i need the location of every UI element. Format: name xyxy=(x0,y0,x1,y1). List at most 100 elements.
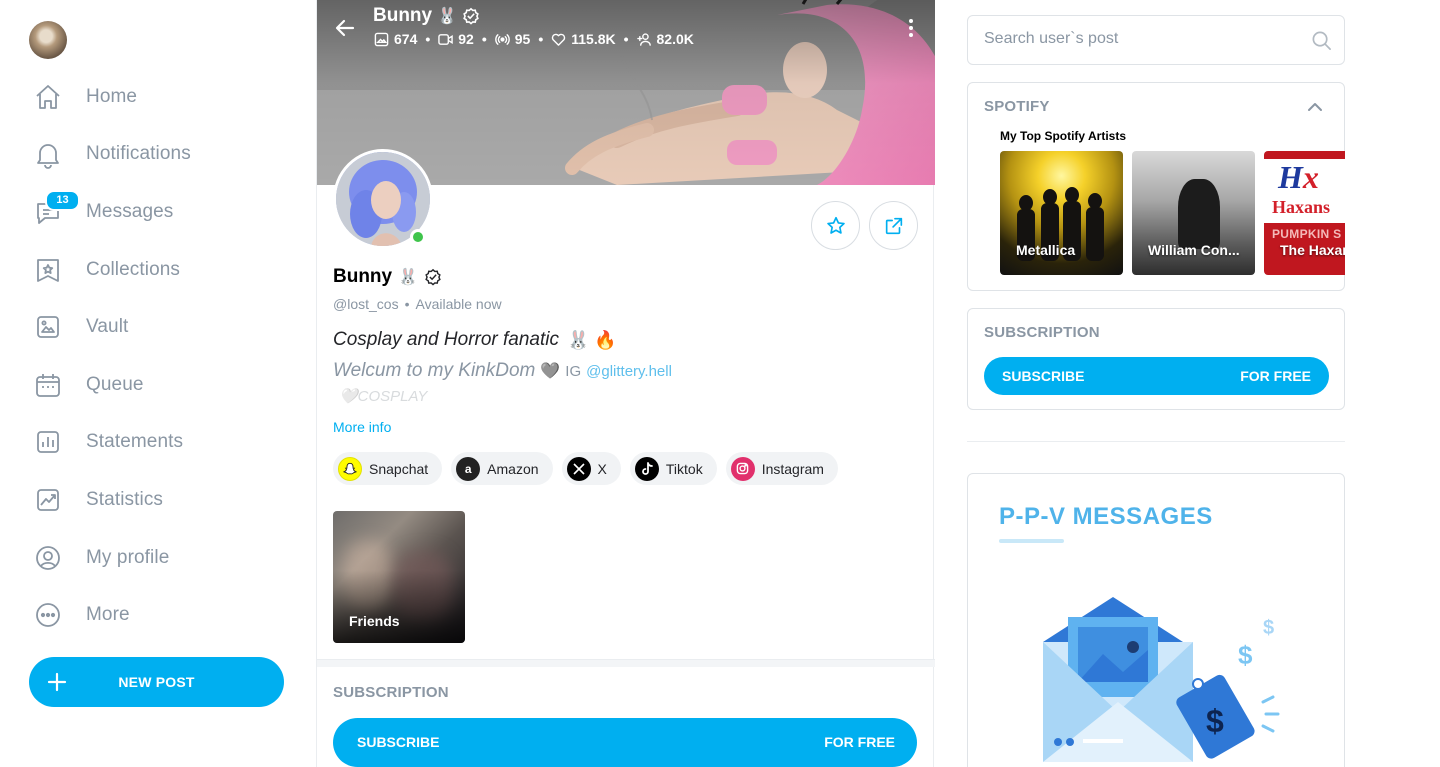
chevron-up-icon[interactable] xyxy=(1304,96,1326,118)
spotify-card: SPOTIFY My Top Spotify Artists Metallica… xyxy=(967,82,1345,291)
instagram-handle-link[interactable]: @glittery.hell xyxy=(586,363,672,380)
profile-column: Bunny 🐰 674 • 92 • 95 • 115.8K • 82.0K B… xyxy=(316,0,935,767)
ppv-envelope-illustration: $ $ $ xyxy=(1043,597,1280,762)
link-label: Amazon xyxy=(487,460,539,477)
nav-menu: Home Notifications 13 Messages Collectio… xyxy=(0,68,300,644)
nav-label: Vault xyxy=(86,316,129,338)
artist-art-text: PUMPKIN S xyxy=(1272,227,1342,241)
haxans-logo-h: H xyxy=(1278,159,1303,195)
link-amazon[interactable]: a Amazon xyxy=(451,452,553,485)
stat-likes-value: 115.8K xyxy=(571,31,616,47)
nav-item-vault[interactable]: Vault xyxy=(0,298,300,356)
cover-name: Bunny xyxy=(373,5,433,26)
nav-label: Notifications xyxy=(86,143,191,165)
ppv-title: P-P-V MESSAGES xyxy=(999,503,1213,530)
stat-fans: 82.0K xyxy=(636,31,694,47)
bio-line-2-text: Welcum to my KinkDom xyxy=(333,360,536,381)
more-icon xyxy=(36,603,60,628)
link-label: X xyxy=(597,460,607,477)
nav-item-home[interactable]: Home xyxy=(0,68,300,126)
nav-label: Statements xyxy=(86,431,184,453)
artist-silhouette xyxy=(1178,179,1220,249)
broadcast-icon xyxy=(494,33,510,45)
haxans-logo-x: x xyxy=(1302,159,1319,195)
handle-separator: • xyxy=(404,296,410,312)
stat-separator: • xyxy=(538,31,544,47)
artist-card[interactable]: William Con... xyxy=(1132,151,1255,275)
section-divider xyxy=(967,441,1345,442)
stat-streams: 95 xyxy=(494,31,530,47)
highlight-friends[interactable]: Friends xyxy=(333,511,465,643)
bio-line-3: 🤍COSPLAY xyxy=(339,388,428,405)
bell-icon xyxy=(37,144,59,170)
sidebar: Home Notifications 13 Messages Collectio… xyxy=(0,0,300,767)
ppv-messages-card[interactable]: P-P-V MESSAGES $ $ $ xyxy=(967,473,1345,767)
favorite-button[interactable] xyxy=(811,201,860,250)
bio-line-1: Cosplay and Horror fanatic 🐰 🔥 xyxy=(333,329,617,351)
profile-icon xyxy=(36,545,60,570)
nav-item-collections[interactable]: Collections xyxy=(0,241,300,299)
statistics-icon xyxy=(37,489,59,511)
subscribe-button[interactable]: SUBSCRIBE FOR FREE xyxy=(984,357,1329,395)
search-input[interactable] xyxy=(984,30,1304,48)
nav-item-messages[interactable]: 13 Messages xyxy=(0,183,300,241)
video-icon xyxy=(438,33,454,45)
link-label: Tiktok xyxy=(665,460,703,477)
nav-item-my-profile[interactable]: My profile xyxy=(0,529,300,587)
stat-photos-value: 674 xyxy=(394,31,418,47)
nav-item-more[interactable]: More xyxy=(0,586,300,644)
subscription-card: SUBSCRIPTION SUBSCRIBE FOR FREE xyxy=(967,308,1345,410)
availability-status: Available now xyxy=(415,296,502,312)
image-icon xyxy=(374,32,389,46)
artist-carousel: Metallica William Con... Hx Haxans PUMPK… xyxy=(1000,151,1345,275)
dollar-sign: $ xyxy=(1263,617,1274,639)
messages-badge: 13 xyxy=(45,190,80,212)
search-icon[interactable] xyxy=(1311,30,1332,51)
social-links: Snapchat a Amazon X Tiktok Instagram xyxy=(333,452,838,485)
nav-item-statements[interactable]: Statements xyxy=(0,414,300,472)
online-status-dot xyxy=(410,229,426,245)
link-instagram[interactable]: Instagram xyxy=(725,452,838,485)
bunny-emoji: 🐰 xyxy=(398,269,419,286)
more-info-link[interactable]: More info xyxy=(333,419,391,435)
section-divider xyxy=(317,659,935,667)
back-arrow-icon[interactable] xyxy=(333,16,357,40)
nav-item-notifications[interactable]: Notifications xyxy=(0,126,300,184)
artist-name: William Con... xyxy=(1148,242,1240,258)
link-tiktok[interactable]: Tiktok xyxy=(629,452,717,485)
profile-name-text: Bunny xyxy=(333,266,393,287)
haxans-wordmark: Haxans xyxy=(1272,197,1331,217)
user-avatar[interactable] xyxy=(29,21,67,59)
nav-item-queue[interactable]: Queue xyxy=(0,356,300,414)
subscribe-button[interactable]: SUBSCRIBE FOR FREE xyxy=(333,718,917,767)
cover-title: Bunny 🐰 xyxy=(373,5,480,27)
artist-card[interactable]: Metallica xyxy=(1000,151,1123,275)
stat-videos: 92 xyxy=(438,31,474,47)
dollar-sign: $ xyxy=(1206,703,1224,739)
link-snapchat[interactable]: Snapchat xyxy=(333,452,443,485)
profile-handle-row: @lost_cos • Available now xyxy=(333,296,502,312)
subscribe-price: FOR FREE xyxy=(824,734,895,750)
heart-icon xyxy=(552,33,566,46)
kebab-menu-icon[interactable] xyxy=(901,16,921,40)
spotify-title: SPOTIFY xyxy=(984,98,1050,115)
artist-card[interactable]: Hx Haxans PUMPKIN S The Haxans xyxy=(1264,151,1345,275)
vault-icon xyxy=(37,316,59,339)
search-box xyxy=(967,15,1345,65)
stat-separator: • xyxy=(425,31,431,47)
bio-line-1-text: Cosplay and Horror fanatic xyxy=(333,329,559,350)
ppv-underline xyxy=(999,539,1064,543)
share-button[interactable] xyxy=(869,201,918,250)
nav-label: Collections xyxy=(86,258,181,280)
tiktok-icon xyxy=(634,456,659,481)
fans-icon xyxy=(636,32,651,46)
dollar-sign: $ xyxy=(1238,640,1253,670)
new-post-button[interactable]: NEW POST xyxy=(29,657,284,707)
link-x[interactable]: X xyxy=(561,452,621,485)
verified-icon xyxy=(463,7,479,25)
stat-separator: • xyxy=(623,31,629,47)
nav-item-statistics[interactable]: Statistics xyxy=(0,471,300,529)
highlight-label: Friends xyxy=(349,613,400,629)
home-icon xyxy=(36,84,60,109)
nav-label: Messages xyxy=(86,200,174,222)
